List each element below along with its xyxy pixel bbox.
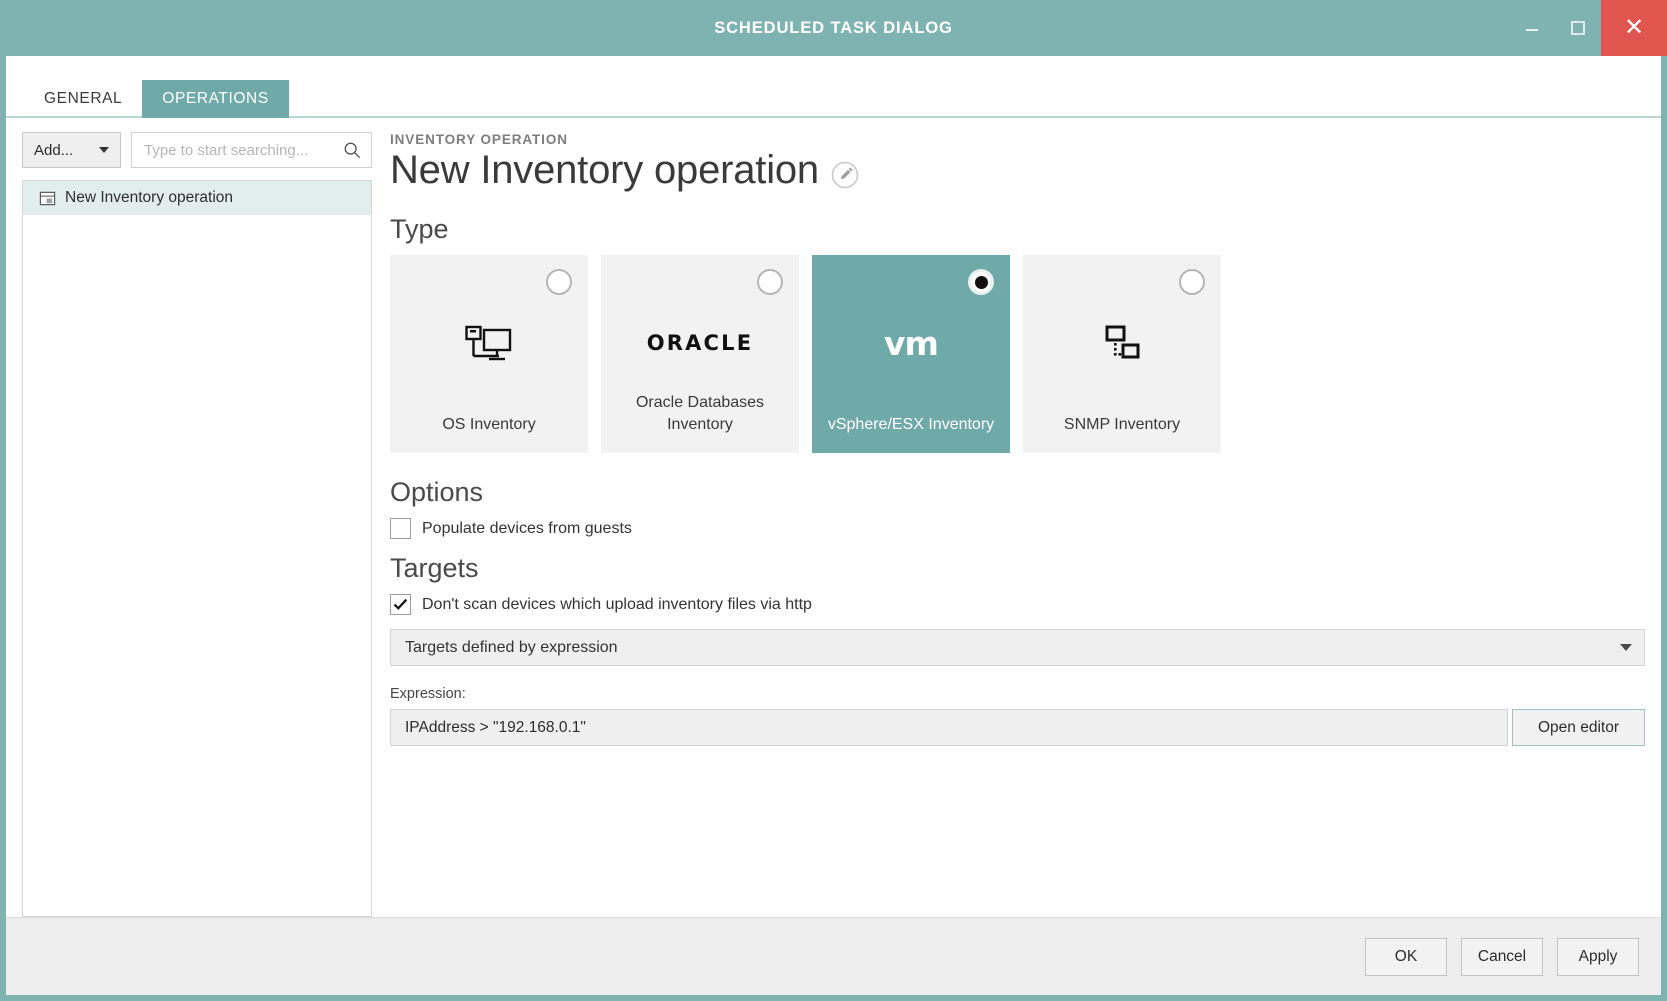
dialog-footer: OK Cancel Apply [6,917,1661,995]
type-card-label: Oracle Databases Inventory [609,392,791,437]
pencil-circle-icon[interactable] [831,161,859,189]
main-content: Add... [6,118,1661,917]
list-item[interactable]: New Inventory operation [23,181,371,215]
populate-devices-checkbox-row[interactable]: Populate devices from guests [390,518,1645,539]
type-card-label: SNMP Inventory [1031,414,1213,437]
type-card-os-inventory[interactable]: OS Inventory [390,255,588,453]
window-title: SCHEDULED TASK DIALOG [0,0,1667,56]
ok-button[interactable]: OK [1365,938,1447,976]
apply-button[interactable]: Apply [1557,938,1639,976]
radio-vsphere-inventory[interactable] [968,269,994,295]
add-button-label: Add... [34,142,73,159]
window-controls: ✕ [1509,0,1667,56]
tab-operations[interactable]: OPERATIONS [142,80,288,118]
title-bar: SCHEDULED TASK DIALOG ✕ [0,0,1667,56]
dialog-window: SCHEDULED TASK DIALOG ✕ GENERAL OPERATIO… [0,0,1667,1001]
dialog-client: GENERAL OPERATIONS Add... [6,56,1661,995]
snmp-nodes-icon [1098,317,1146,369]
breadcrumb: INVENTORY OPERATION [390,132,1645,147]
tab-general[interactable]: GENERAL [24,80,142,118]
targets-heading: Targets [390,553,1645,584]
tab-strip: GENERAL OPERATIONS [6,56,1661,118]
expression-input[interactable] [390,709,1508,746]
check-icon [393,598,408,611]
maximize-button[interactable] [1555,0,1601,56]
search-icon [343,141,361,159]
detail-pane: INVENTORY OPERATION New Inventory operat… [372,132,1645,917]
chevron-down-icon [1620,644,1632,651]
list-item-label: New Inventory operation [65,189,233,207]
add-button[interactable]: Add... [22,132,121,168]
populate-devices-label: Populate devices from guests [422,520,632,538]
chevron-down-icon [99,147,109,153]
populate-devices-checkbox[interactable] [390,518,411,539]
search-input[interactable] [144,142,343,159]
expression-label: Expression: [390,686,1645,702]
oracle-logo: ORACLE [647,317,754,369]
operations-list[interactable]: New Inventory operation [22,180,372,917]
type-card-vsphere-inventory[interactable]: vm vSphere/ESX Inventory [812,255,1010,453]
title-row: New Inventory operation [390,149,1645,192]
radio-os-inventory[interactable] [546,269,572,295]
maximize-icon [1571,21,1585,35]
close-button[interactable]: ✕ [1601,0,1667,56]
dont-scan-checkbox-row[interactable]: Don't scan devices which upload inventor… [390,594,1645,615]
dont-scan-checkbox[interactable] [390,594,411,615]
dont-scan-label: Don't scan devices which upload inventor… [422,596,812,614]
page-title: New Inventory operation [390,149,819,192]
expression-row: Open editor [390,709,1645,746]
vmware-logo: vm [884,317,938,369]
radio-oracle-inventory[interactable] [757,269,783,295]
type-card-label: vSphere/ESX Inventory [820,414,1002,437]
radio-dot [975,276,988,289]
search-box[interactable] [131,132,372,168]
type-card-label: OS Inventory [398,414,580,437]
minimize-button[interactable] [1509,0,1555,56]
os-monitor-icon [465,317,513,369]
cancel-button[interactable]: Cancel [1461,938,1543,976]
type-heading: Type [390,214,1645,245]
radio-snmp-inventory[interactable] [1179,269,1205,295]
targets-select[interactable]: Targets defined by expression [390,629,1645,666]
targets-select-value: Targets defined by expression [405,639,618,657]
options-heading: Options [390,477,1645,508]
type-cards: OS Inventory ORACLE Oracle Databases Inv… [390,255,1645,453]
box-icon [39,190,56,207]
type-card-snmp-inventory[interactable]: SNMP Inventory [1023,255,1221,453]
list-toolbar: Add... [22,132,372,168]
open-editor-button[interactable]: Open editor [1512,709,1645,746]
oracle-logo-text: ORACLE [647,331,754,355]
operations-list-pane: Add... [22,132,372,917]
vmware-logo-text: vm [884,324,938,363]
minimize-icon [1526,29,1538,31]
type-card-oracle-inventory[interactable]: ORACLE Oracle Databases Inventory [601,255,799,453]
